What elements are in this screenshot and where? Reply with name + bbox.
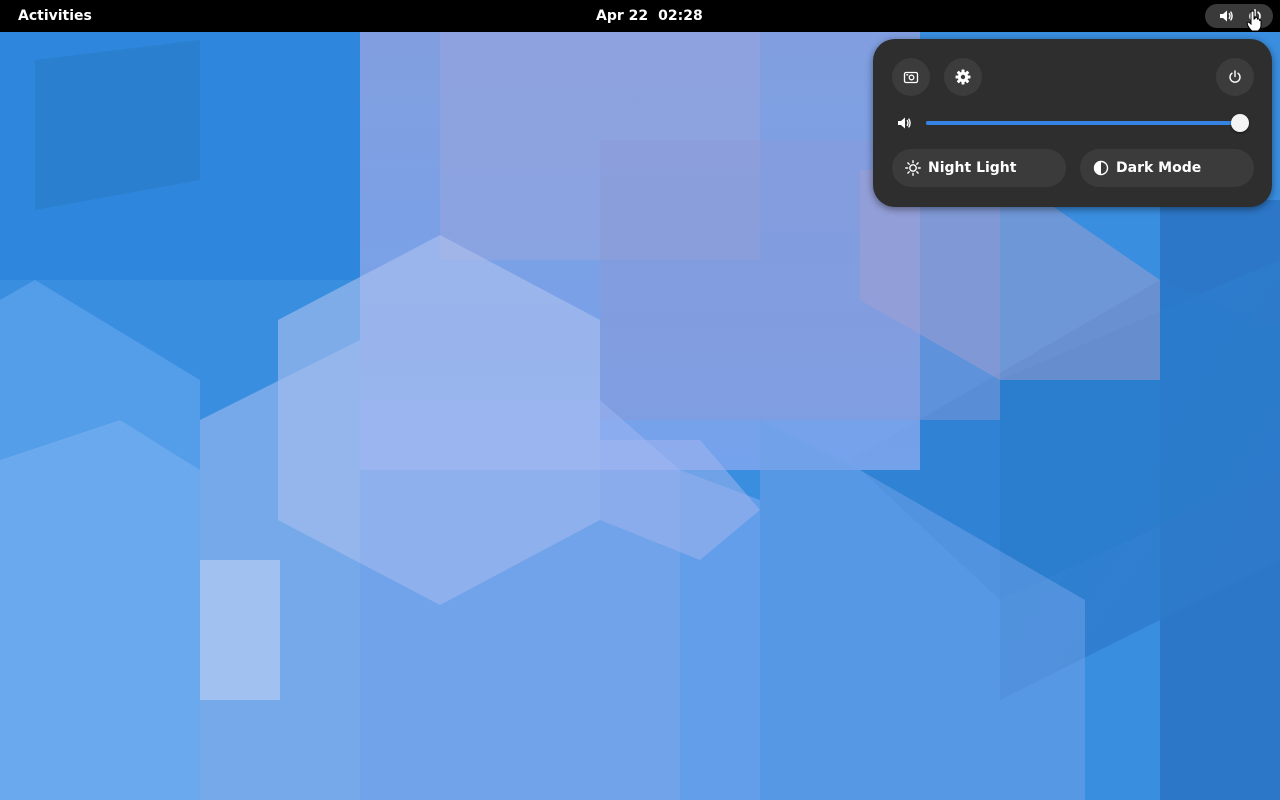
gear-icon xyxy=(955,69,971,85)
sun-icon xyxy=(905,160,921,176)
volume-slider[interactable] xyxy=(926,114,1249,132)
hand-cursor-icon xyxy=(1246,10,1262,32)
contrast-icon xyxy=(1093,160,1109,176)
dark-mode-toggle[interactable]: Dark Mode xyxy=(1080,149,1254,187)
volume-icon xyxy=(1220,10,1233,22)
power-off-button[interactable] xyxy=(1216,58,1254,96)
screenshot-button[interactable] xyxy=(892,58,930,96)
date-time-button[interactable]: Apr 22 02:28 xyxy=(586,4,713,28)
system-menu-button[interactable] xyxy=(1205,4,1273,28)
night-light-toggle[interactable]: Night Light xyxy=(892,149,1066,187)
volume-control xyxy=(893,109,1253,137)
date-label: Apr 22 xyxy=(596,8,649,24)
dark-mode-label: Dark Mode xyxy=(1116,160,1202,176)
top-bar: Activities Apr 22 02:28 xyxy=(0,0,1280,32)
volume-icon xyxy=(898,117,911,129)
volume-slider-handle[interactable] xyxy=(1231,114,1249,132)
time-label: 02:28 xyxy=(658,8,703,24)
settings-button[interactable] xyxy=(944,58,982,96)
volume-slider-fill xyxy=(926,121,1240,125)
quick-settings-menu: Night Light Dark Mode xyxy=(873,39,1272,207)
night-light-label: Night Light xyxy=(928,160,1017,176)
activities-button[interactable]: Activities xyxy=(8,4,102,28)
screenshot-icon xyxy=(903,71,919,84)
power-icon xyxy=(1229,70,1241,83)
